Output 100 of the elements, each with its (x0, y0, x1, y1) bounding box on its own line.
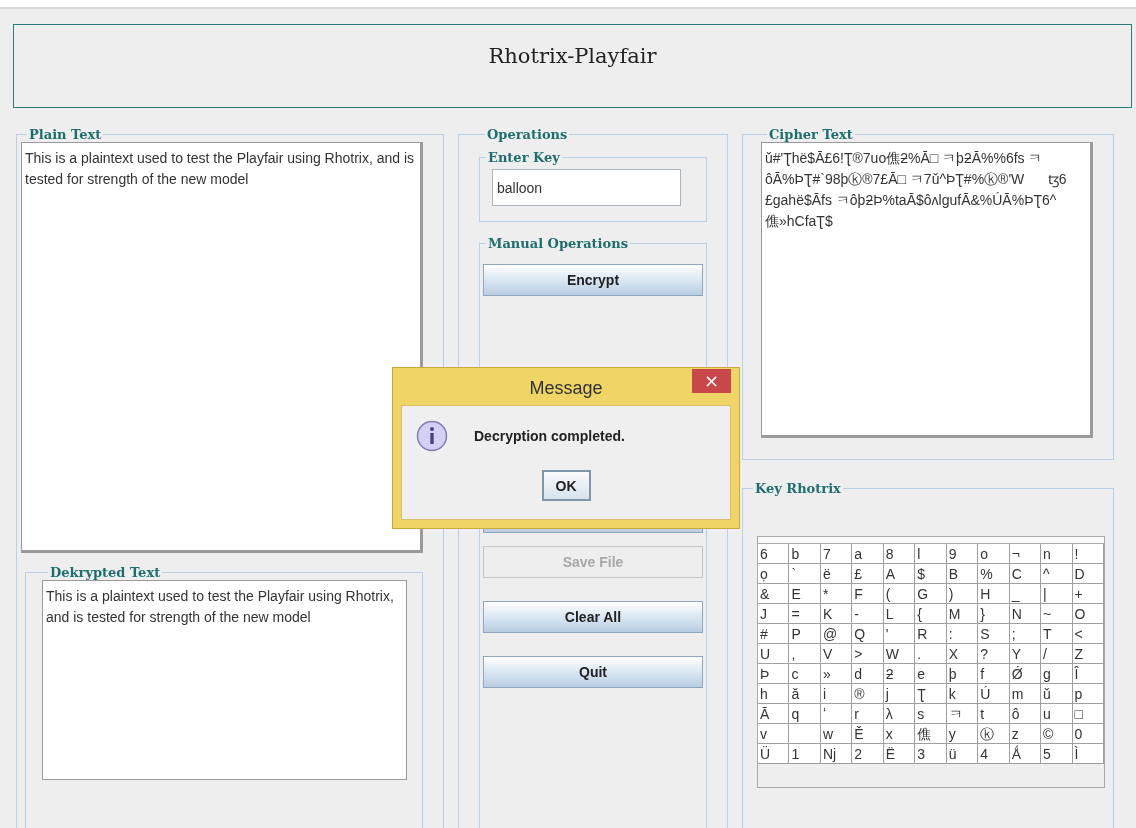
table-cell: i (820, 684, 853, 704)
table-cell: ¬ (1009, 544, 1042, 564)
table-cell: b (789, 544, 821, 564)
table-cell: v (758, 724, 790, 744)
table-cell: □ (1072, 704, 1104, 724)
table-cell: p (1072, 684, 1104, 704)
action-button[interactable]: Encrypt (483, 264, 703, 296)
table-cell: M (946, 604, 979, 624)
table-cell: Ʈ (915, 684, 947, 704)
table-cell: S (978, 624, 1010, 644)
table-cell: & (758, 584, 790, 604)
table-cell: Ǻ (1009, 744, 1042, 764)
table-cell: 4 (978, 744, 1010, 764)
table-cell: ë (820, 564, 853, 584)
table-cell: ; (1009, 624, 1042, 644)
table-cell: q (789, 704, 821, 724)
table-cell: ^ (1041, 564, 1073, 584)
table-cell: % (978, 564, 1010, 584)
plain-text-area[interactable]: This is a plaintext used to test the Playfair using Rhotrix, and is tested for strength of the new model (21, 142, 423, 553)
table-cell: < (1072, 624, 1104, 644)
table-cell: ô (1009, 704, 1042, 724)
action-button[interactable]: Quit (483, 656, 703, 688)
table-cell: 1 (789, 744, 821, 764)
table-cell: E (789, 584, 821, 604)
table-cell: K (820, 604, 853, 624)
ok-button[interactable]: OK (541, 470, 591, 501)
table-cell: ® (852, 684, 884, 704)
table-cell: = (789, 604, 821, 624)
table-cell: r (852, 704, 884, 724)
table-cell: Î (1072, 664, 1104, 684)
table-cell: h (758, 684, 790, 704)
table-cell: Q (852, 624, 884, 644)
table-cell: * (820, 584, 853, 604)
table-cell: Ě (852, 724, 884, 744)
group-label: Dekrypted Text (49, 565, 162, 580)
table-cell: ʻ (820, 704, 853, 724)
table-cell: _ (1009, 584, 1042, 604)
table-cell: z (1009, 724, 1042, 744)
table-cell: ⓚ (978, 724, 1010, 744)
table-cell: j (883, 684, 916, 704)
table-cell: 9 (946, 544, 979, 564)
table-cell: 3 (915, 744, 947, 764)
table-cell: k (946, 684, 979, 704)
table-cell: | (1041, 584, 1073, 604)
table-cell: U (758, 644, 790, 664)
cipher-text-area[interactable]: ǔ#'Ʈhë$Ā£6!Ʈ®7uo僬ƻ%Ā□ ㅋþƻĀ%%6fs ㅋôĀ%ÞƮ#`98þⓚ®7£Ā□ ㅋ7ǔ^ÞƮ#%ⓚ®'W ꜩ6 £gahë$Āfs ㅋôþƻÞ%taĀ$ôʌlgufĀ&%ÚĀ%ÞƮ6^ 僬»hCfaƮ$ (761, 142, 1093, 438)
close-button[interactable]: × (692, 369, 731, 393)
table-cell: , (789, 644, 821, 664)
table-cell: l (915, 544, 947, 564)
table-cell: ) (946, 584, 979, 604)
table-cell: ' (883, 624, 916, 644)
table-cell: B (946, 564, 979, 584)
table-cell: Y (1009, 644, 1042, 664)
dialog-title: Message (529, 377, 603, 399)
table-cell: Z (1072, 644, 1104, 664)
table-cell: y (946, 724, 979, 744)
group-label: Enter Key (487, 150, 561, 165)
info-icon (416, 420, 448, 452)
table-cell: ( (883, 584, 916, 604)
table-cell: £ (852, 564, 884, 584)
table-cell: f (978, 664, 1010, 684)
table-cell: e (915, 664, 947, 684)
table-cell: ǔ (1041, 684, 1073, 704)
key-input[interactable]: balloon (492, 169, 681, 206)
dialog-message: Decryption completed. (474, 428, 625, 444)
group-label: Key Rhotrix (754, 481, 842, 496)
app-title: Rhotrix-Playfair (488, 44, 657, 68)
table-cell: V (820, 644, 853, 664)
action-button[interactable]: Clear All (483, 601, 703, 633)
table-cell: O (1072, 604, 1104, 624)
table-cell: R (915, 624, 947, 644)
table-cell: w (820, 724, 853, 744)
table-cell: » (820, 664, 853, 684)
table-cell: J (758, 604, 790, 624)
group-label: Cipher Text (768, 127, 854, 142)
table-cell: } (978, 604, 1010, 624)
group-label: Operations (486, 127, 569, 142)
group-label: Plain Text (28, 127, 103, 142)
decrypted-text-area[interactable]: This is a plaintext used to test the Playfair using Rhotrix, and is tested for strength of the new model (42, 580, 407, 780)
table-cell: T (1041, 624, 1073, 644)
table-cell: 5 (1041, 744, 1073, 764)
table-cell: ` (789, 564, 821, 584)
table-cell: λ (883, 704, 916, 724)
table-cell: ü (946, 744, 979, 764)
table-cell: N (1009, 604, 1042, 624)
table-cell: u (1041, 704, 1073, 724)
table-cell: n (1041, 544, 1073, 564)
table-cell: ~ (1041, 604, 1073, 624)
table-cell: W (883, 644, 916, 664)
table-cell: ! (1072, 544, 1104, 564)
table-cell: ƻ (883, 664, 916, 684)
table-cell: g (1041, 664, 1073, 684)
table-cell: L (883, 604, 916, 624)
table-cell: Ü (758, 744, 790, 764)
table-cell: d (852, 664, 884, 684)
table-cell: t (978, 704, 1010, 724)
table-cell: X (946, 644, 979, 664)
table-cell: 僬 (915, 724, 947, 744)
table-cell: Þ (758, 664, 790, 684)
table-cell: P (789, 624, 821, 644)
